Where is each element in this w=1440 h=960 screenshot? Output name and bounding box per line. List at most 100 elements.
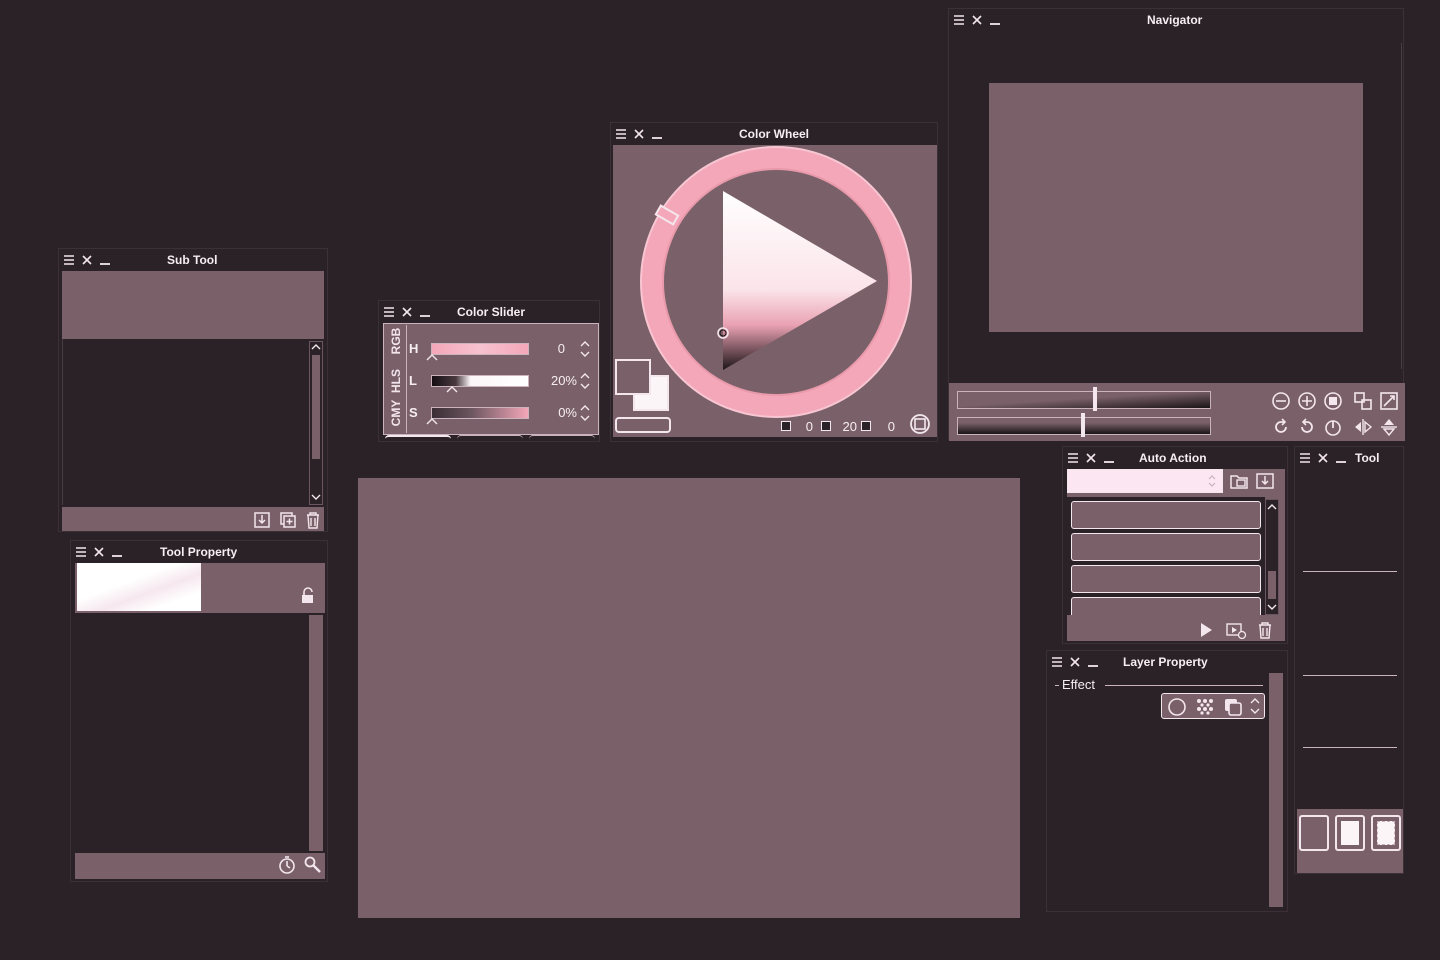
trash-icon[interactable] <box>1257 621 1273 639</box>
action-set-dropdown[interactable] <box>1067 469 1223 493</box>
close-icon[interactable] <box>401 306 413 318</box>
trash-icon[interactable] <box>305 511 321 529</box>
sub-color-button[interactable] <box>1335 815 1365 851</box>
rotate-slider-handle[interactable] <box>1081 413 1085 437</box>
main-color-button[interactable] <box>1299 815 1329 851</box>
hue-ring[interactable] <box>639 145 913 419</box>
sub-tool-title: Sub Tool <box>167 253 218 267</box>
bottom-tab-2[interactable] <box>457 435 523 441</box>
wrench-icon[interactable] <box>303 855 323 875</box>
luminance-slider-marker[interactable] <box>446 385 458 393</box>
flip-vertical-icon[interactable] <box>1379 417 1399 437</box>
zoom-slider[interactable] <box>957 391 1211 409</box>
saturation-slider-marker[interactable] <box>426 417 438 425</box>
tone-effect-icon[interactable] <box>1195 697 1215 717</box>
action-item-1[interactable] <box>1071 501 1261 529</box>
transparent-color-swatch[interactable] <box>615 417 671 433</box>
minimize-icon[interactable] <box>1087 656 1099 668</box>
bottom-tab-1[interactable] <box>385 435 451 441</box>
rotate-right-icon[interactable] <box>1297 417 1317 437</box>
flip-horizontal-icon[interactable] <box>1353 417 1373 437</box>
auto-action-panel: Auto Action <box>1062 446 1288 644</box>
effect-label: Effect <box>1062 677 1096 692</box>
scroll-up-icon[interactable] <box>1267 503 1277 511</box>
lock-icon[interactable] <box>299 587 317 605</box>
import-icon[interactable] <box>253 511 271 529</box>
l-stepper-icon[interactable] <box>579 371 591 391</box>
close-icon[interactable] <box>971 14 983 26</box>
action-scroll-thumb[interactable] <box>1268 571 1276 599</box>
copy-set-icon[interactable] <box>1229 471 1249 491</box>
action-item-2[interactable] <box>1071 533 1261 561</box>
minimize-icon[interactable] <box>1103 452 1115 464</box>
menu-icon[interactable] <box>1067 452 1079 464</box>
import-set-icon[interactable] <box>1255 471 1275 491</box>
reset-rotation-icon[interactable] <box>1323 417 1343 437</box>
menu-icon[interactable] <box>1051 656 1063 668</box>
saturation-slider-track[interactable] <box>431 407 529 419</box>
rotate-left-icon[interactable] <box>1271 417 1291 437</box>
menu-icon[interactable] <box>75 546 87 558</box>
tab-rgb[interactable]: RGB <box>389 325 405 357</box>
close-icon[interactable] <box>1069 656 1081 668</box>
scroll-down-icon[interactable] <box>311 493 321 501</box>
menu-icon[interactable] <box>615 128 627 140</box>
record-icon[interactable] <box>1225 621 1247 639</box>
transparent-color-button[interactable] <box>1371 815 1401 851</box>
layer-property-scrollbar[interactable] <box>1269 673 1283 907</box>
action-item-3[interactable] <box>1071 565 1261 593</box>
h-stepper-icon[interactable] <box>579 339 591 359</box>
zoom-in-icon[interactable] <box>1297 391 1317 411</box>
scroll-up-icon[interactable] <box>311 343 321 351</box>
canvas-area[interactable] <box>358 478 1020 918</box>
sub-tool-scroll-thumb[interactable] <box>312 355 320 459</box>
zoom-slider-handle[interactable] <box>1093 387 1097 411</box>
tab-hls[interactable]: HLS <box>389 365 405 397</box>
main-color-swatch[interactable] <box>615 359 651 395</box>
menu-icon[interactable] <box>953 14 965 26</box>
menu-icon[interactable] <box>1299 452 1311 464</box>
minimize-icon[interactable] <box>651 128 663 140</box>
minimize-icon[interactable] <box>1335 452 1347 464</box>
close-icon[interactable] <box>1085 452 1097 464</box>
duplicate-icon[interactable] <box>279 511 297 529</box>
minimize-icon[interactable] <box>989 14 1001 26</box>
color-picker-cursor[interactable] <box>716 326 730 340</box>
hue-slider-track[interactable] <box>431 343 529 355</box>
effect-stepper-icon[interactable] <box>1249 695 1261 717</box>
tab-cmy[interactable]: CMY <box>389 397 405 429</box>
display-mode-icon[interactable] <box>909 413 931 435</box>
layer-color-icon[interactable] <box>1223 697 1243 717</box>
border-effect-icon[interactable] <box>1167 697 1187 717</box>
navigator-divider <box>1401 43 1402 369</box>
play-icon[interactable] <box>1197 621 1215 639</box>
minimize-icon[interactable] <box>111 546 123 558</box>
dropdown-stepper-icon[interactable] <box>1207 473 1217 489</box>
layer-property-title: Layer Property <box>1123 655 1208 669</box>
navigator-preview[interactable] <box>989 83 1363 332</box>
tool-property-scrollbar[interactable] <box>309 615 323 851</box>
action-item-4[interactable] <box>1071 597 1261 615</box>
reset-tool-icon[interactable] <box>277 855 297 875</box>
s-stepper-icon[interactable] <box>579 403 591 423</box>
scroll-down-icon[interactable] <box>1267 603 1277 611</box>
tool-property-list[interactable] <box>75 613 307 851</box>
zoom-out-icon[interactable] <box>1271 391 1291 411</box>
minimize-icon[interactable] <box>419 306 431 318</box>
close-icon[interactable] <box>81 254 93 266</box>
close-icon[interactable] <box>1317 452 1329 464</box>
fill-window-icon[interactable] <box>1379 391 1399 411</box>
menu-icon[interactable] <box>63 254 75 266</box>
fit-to-window-icon[interactable] <box>1353 391 1373 411</box>
close-icon[interactable] <box>633 128 645 140</box>
close-icon[interactable] <box>93 546 105 558</box>
sub-tool-group-area[interactable] <box>62 271 324 339</box>
minimize-icon[interactable] <box>99 254 111 266</box>
hue-slider-marker[interactable] <box>426 353 438 361</box>
auto-action-titlebar: Auto Action <box>1063 447 1287 469</box>
tool-property-panel: Tool Property <box>70 540 328 882</box>
menu-icon[interactable] <box>383 306 395 318</box>
bottom-tab-3[interactable] <box>529 435 595 441</box>
sub-tool-list[interactable] <box>62 339 306 505</box>
actual-size-icon[interactable] <box>1323 391 1343 411</box>
